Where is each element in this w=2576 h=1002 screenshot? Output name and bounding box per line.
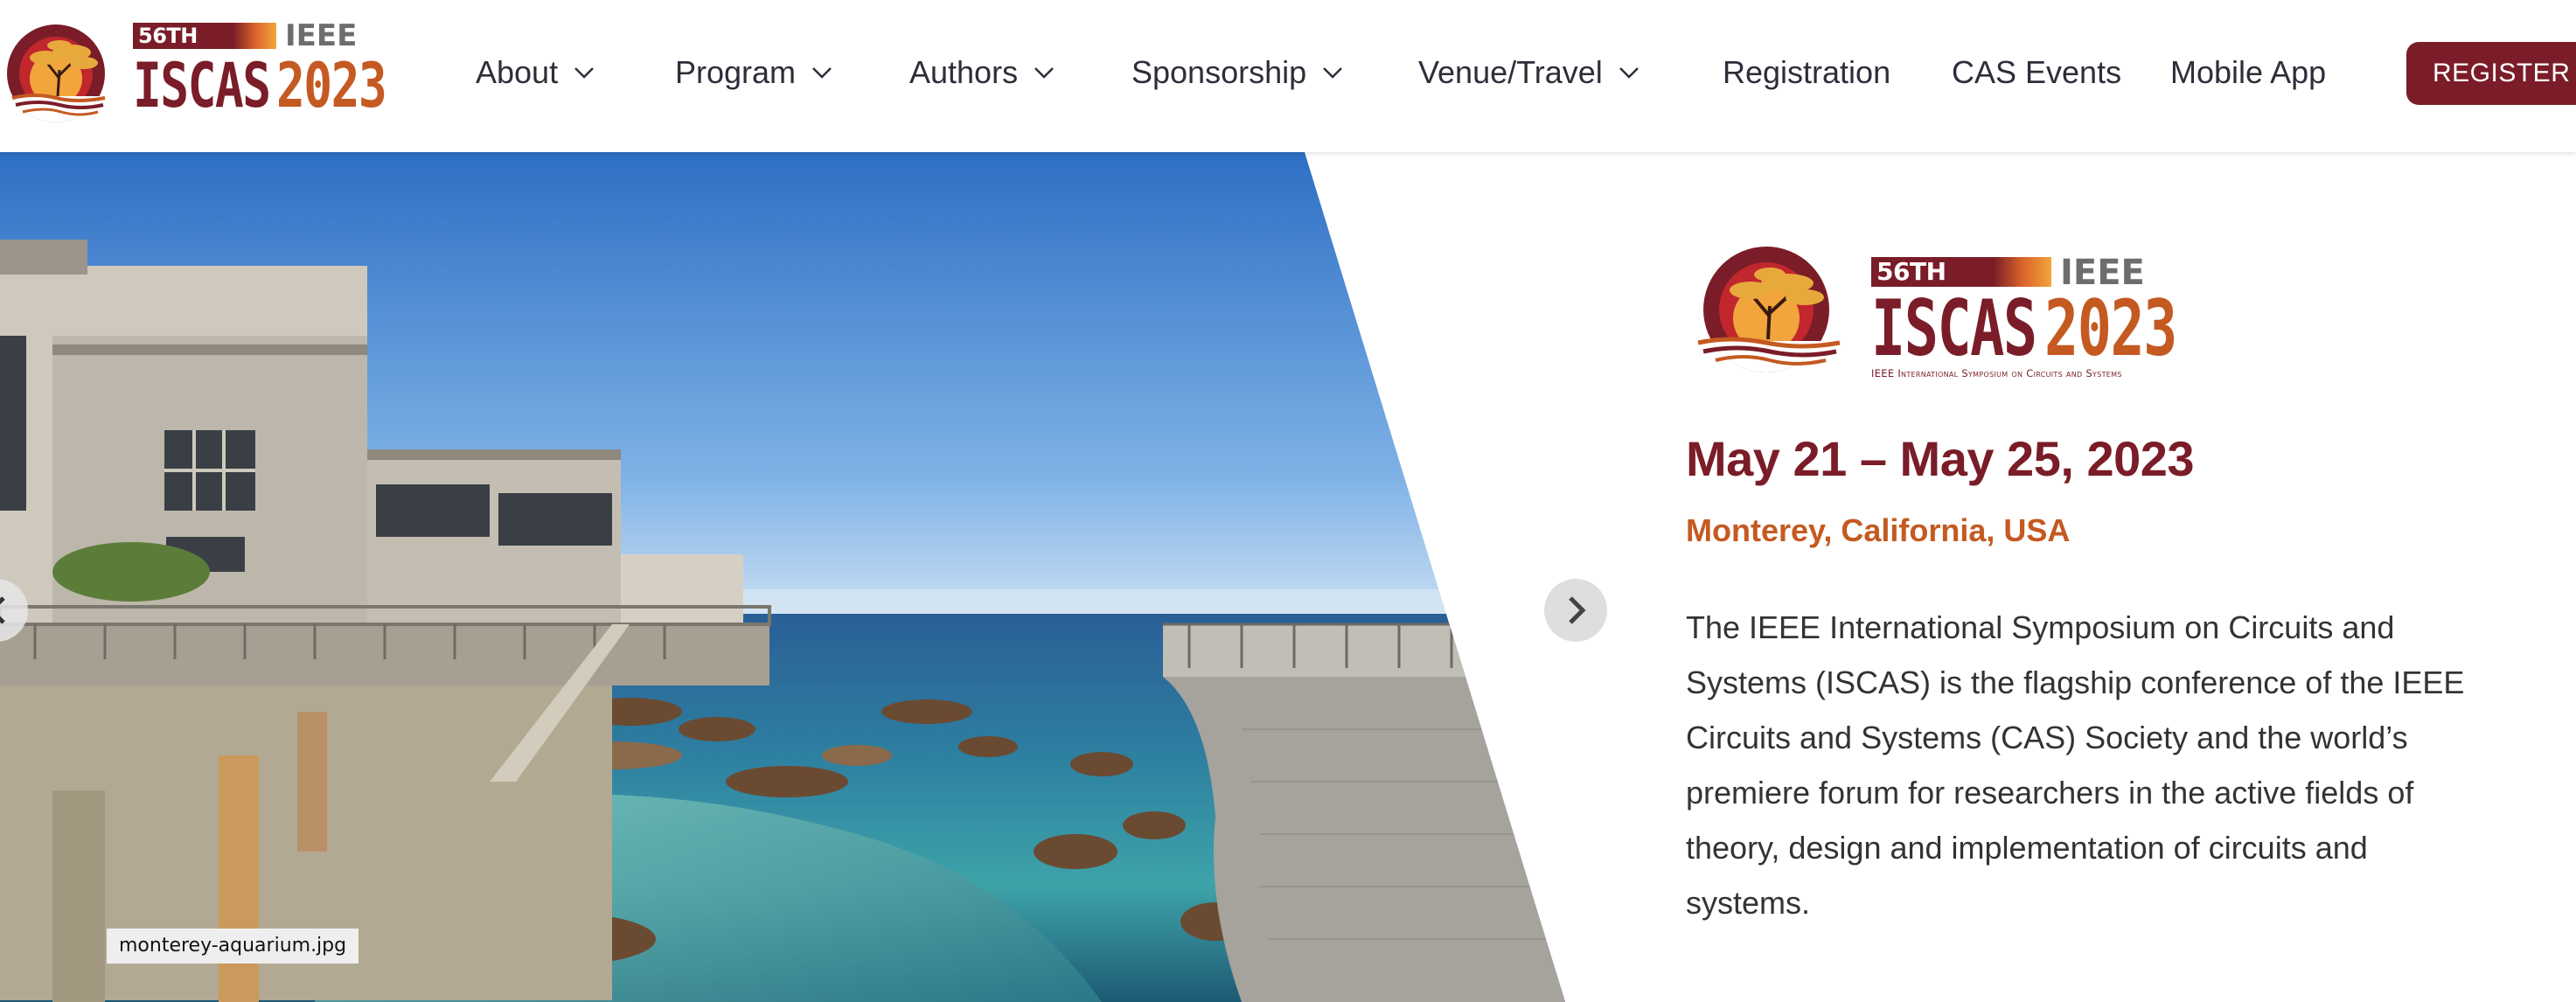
chevron-down-icon — [1619, 67, 1639, 79]
chevron-right-icon — [1569, 596, 1586, 624]
event-info-panel: 56TH EDITION IEEE ISCAS 2023 IEEE Intern… — [1686, 152, 2473, 1002]
site-header: 56TH EDITION IEEE ISCAS 2023 About Progr… — [0, 0, 2576, 152]
chevron-down-icon — [1323, 67, 1343, 79]
nav-item-label: About — [476, 54, 559, 90]
logo-iscas-text: ISCAS — [133, 50, 271, 122]
image-filename-label: monterey-aquarium.jpg — [107, 929, 359, 964]
nav-item-about[interactable]: About — [476, 51, 595, 94]
nav-item-label: CAS Events — [1952, 54, 2122, 90]
hero-image — [0, 152, 1565, 1002]
chevron-down-icon — [1034, 67, 1054, 79]
chevron-left-icon — [0, 596, 5, 624]
logo-ieee-text: IEEE — [285, 18, 358, 53]
event-description: The IEEE International Symposium on Circ… — [1686, 609, 2465, 921]
site-logo[interactable]: 56TH EDITION IEEE ISCAS 2023 — [0, 19, 404, 122]
event-logo: 56TH EDITION IEEE ISCAS 2023 IEEE Intern… — [1686, 245, 2228, 385]
nav-item-cas-events[interactable]: CAS Events — [1952, 51, 2121, 94]
slider-prev-button[interactable] — [0, 579, 28, 642]
monterey-aquarium-photo — [0, 152, 1565, 1002]
slider-next-button[interactable] — [1544, 579, 1607, 642]
nav-item-label: Authors — [909, 54, 1019, 90]
nav-item-label: Registration — [1723, 54, 1891, 90]
logo-wordmark: 56TH EDITION IEEE ISCAS 2023 — [133, 19, 404, 121]
nav-item-authors[interactable]: Authors — [909, 51, 1055, 94]
chevron-down-icon — [812, 67, 832, 79]
logo-year-text: 2023 — [2044, 283, 2177, 373]
register-button[interactable]: REGISTER N — [2406, 42, 2576, 105]
logo-edition-badge: 56TH EDITION — [1871, 257, 2051, 316]
logo-edition-badge: 56TH EDITION — [133, 23, 276, 74]
sunset-tree-logo-icon — [1697, 247, 1841, 372]
logo-subtitle: IEEE International Symposium on Circuits… — [1871, 367, 2122, 379]
nav-item-program[interactable]: Program — [675, 51, 832, 94]
event-location: Monterey, California, USA — [1686, 512, 2071, 548]
event-dates: May 21 – May 25, 2023 — [1686, 431, 2195, 486]
chevron-down-icon — [574, 67, 594, 79]
nav-item-venue-travel[interactable]: Venue/Travel — [1418, 51, 1640, 94]
nav-item-sponsorship[interactable]: Sponsorship — [1131, 51, 1343, 94]
nav-item-mobile-app[interactable]: Mobile App — [2170, 51, 2326, 94]
hero-section: monterey-aquarium.jpg 56TH EDITION IEEE … — [0, 152, 2576, 1002]
nav-item-registration[interactable]: Registration — [1723, 51, 1890, 94]
nav-item-label: Sponsorship — [1131, 54, 1307, 90]
nav-item-label: Program — [675, 54, 797, 90]
nav-item-label: Venue/Travel — [1418, 54, 1603, 90]
nav-item-label: Mobile App — [2170, 54, 2327, 90]
logo-year-text: 2023 — [276, 50, 387, 122]
sunset-tree-logo-icon — [7, 24, 106, 122]
logo-iscas-text: ISCAS — [1871, 283, 2037, 373]
